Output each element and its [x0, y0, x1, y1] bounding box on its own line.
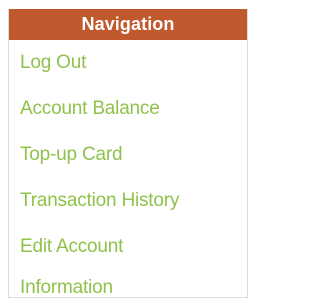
navigation-list: Log Out Account Balance Top-up Card Tran… [9, 40, 247, 308]
list-item: Top-up Card [9, 132, 247, 178]
navigation-panel: Navigation Log Out Account Balance Top-u… [8, 9, 248, 298]
list-item: Account Balance [9, 86, 247, 132]
list-item: Transaction History [9, 178, 247, 224]
log-out-link[interactable]: Log Out [9, 40, 247, 86]
edit-account-information-link[interactable]: Edit Account Information [9, 224, 200, 308]
account-balance-link[interactable]: Account Balance [9, 86, 247, 132]
navigation-header: Navigation [9, 9, 247, 40]
list-item: Log Out [9, 40, 247, 86]
transaction-history-link[interactable]: Transaction History [9, 178, 247, 224]
top-up-card-link[interactable]: Top-up Card [9, 132, 247, 178]
list-item: Edit Account Information [9, 224, 247, 308]
